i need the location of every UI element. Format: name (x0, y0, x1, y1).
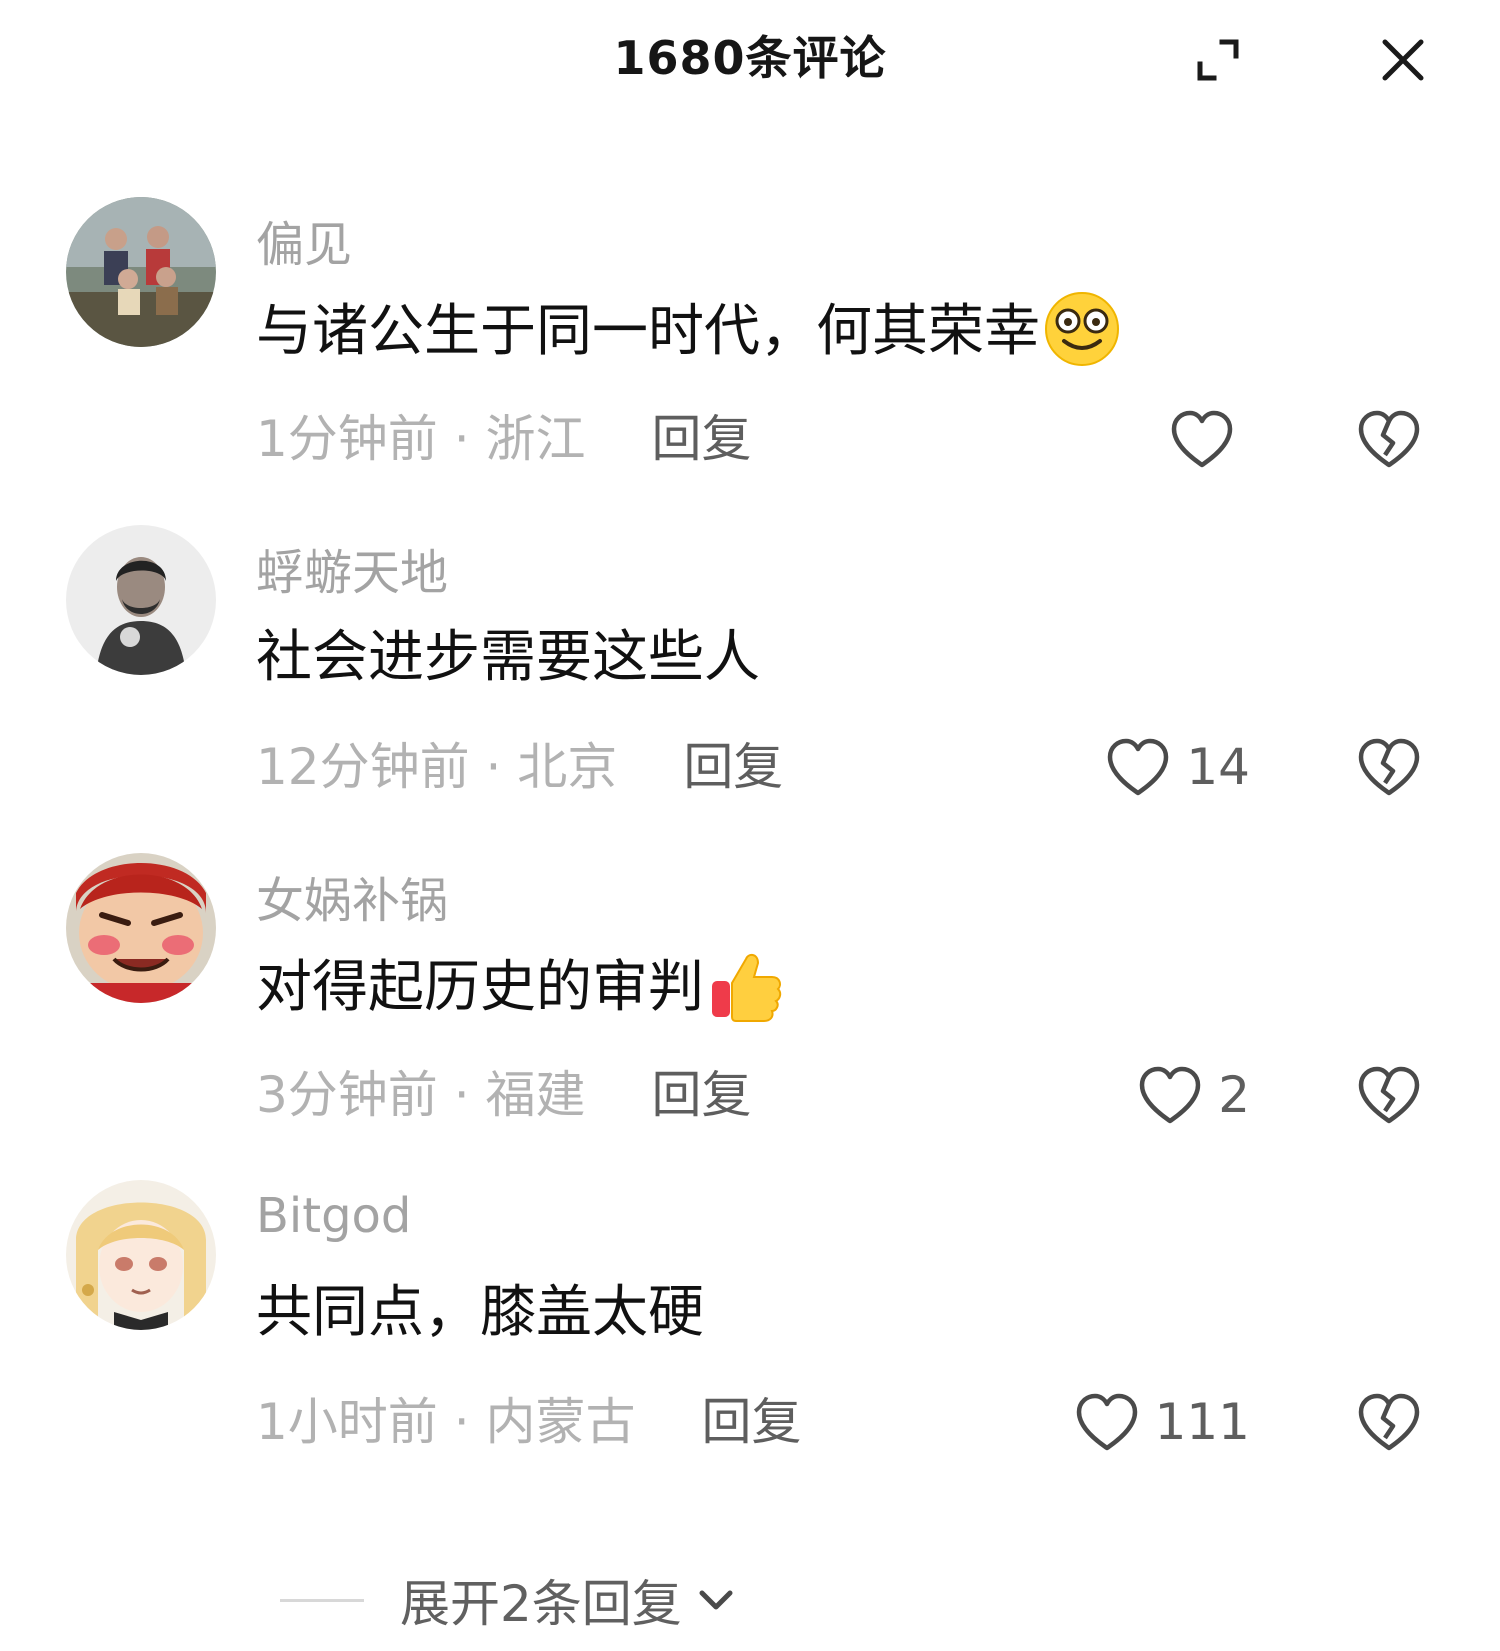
avatar[interactable] (66, 1180, 216, 1330)
close-button[interactable] (1375, 32, 1431, 88)
avatar-image (66, 853, 216, 1003)
avatar-image (66, 197, 216, 347)
broken-heart-icon (1358, 1066, 1420, 1124)
comment-text: 共同点，膝盖太硬 (256, 1280, 704, 1345)
comment-item: 蜉蝣天地 社会进步需要这些人 12分钟前 · 北京 回复 14 (0, 525, 1500, 855)
reply-button[interactable]: 回复 (702, 1390, 802, 1454)
like-count: 111 (1154, 1393, 1250, 1451)
broken-heart-icon (1358, 738, 1420, 796)
avatar[interactable] (66, 525, 216, 675)
comment-item: Bitgod 共同点，膝盖太硬 1小时前 · 内蒙古 回复 111 (0, 1180, 1500, 1510)
comments-header: 1680条评论 (0, 0, 1500, 110)
comment-item: 偏见 与诸公生于同一时代，何其荣幸 1分钟前 · 浙江 回复 (0, 197, 1500, 527)
heart-icon (1108, 738, 1169, 796)
like-count: 2 (1218, 1066, 1250, 1124)
username[interactable]: 女娲补锅 (256, 861, 448, 931)
comment-text: 社会进步需要这些人 (256, 625, 760, 690)
thumbs-up-emoji (706, 945, 786, 1025)
heart-icon (1076, 1393, 1137, 1451)
like-button[interactable]: 2 (1136, 1055, 1250, 1135)
avatar-image (66, 1180, 216, 1330)
comment-text: 对得起历史的审判 (256, 951, 786, 1031)
smile-emoji (1042, 289, 1122, 369)
heart-icon (1139, 1066, 1201, 1124)
comment-meta: 12分钟前 · 北京 回复 (256, 735, 783, 799)
broken-heart-icon (1358, 410, 1420, 468)
chevron-down-icon (694, 1578, 738, 1622)
dislike-button[interactable] (1355, 735, 1423, 799)
expand-replies-label: 展开2条回复 (400, 1575, 682, 1633)
comment-meta: 1小时前 · 内蒙古 回复 (256, 1390, 802, 1454)
username[interactable]: 偏见 (256, 205, 352, 275)
like-button[interactable] (1168, 399, 1250, 479)
reply-button[interactable]: 回复 (652, 407, 752, 471)
time-location: 12分钟前 · 北京 (256, 738, 618, 796)
dislike-button[interactable] (1355, 1390, 1423, 1454)
reply-button[interactable]: 回复 (683, 735, 783, 799)
username[interactable]: 蜉蝣天地 (256, 533, 448, 603)
comment-meta: 3分钟前 · 福建 回复 (256, 1063, 752, 1127)
reply-button[interactable]: 回复 (652, 1063, 752, 1127)
avatar[interactable] (66, 853, 216, 1003)
broken-heart-icon (1358, 1393, 1420, 1451)
comments-count-title: 1680条评论 (613, 31, 887, 85)
expand-button[interactable] (1190, 32, 1246, 88)
dislike-button[interactable] (1355, 407, 1423, 471)
comment-meta: 1分钟前 · 浙江 回复 (256, 407, 752, 471)
like-button[interactable]: 111 (1073, 1382, 1250, 1462)
dislike-button[interactable] (1355, 1063, 1423, 1127)
divider-line (280, 1598, 364, 1602)
time-location: 1分钟前 · 浙江 (256, 410, 586, 468)
comments-panel: 1680条评论 偏见 与诸公生于同一时代，何其荣幸 1分钟前 · 浙江 回复 蜉… (0, 0, 1500, 1651)
username[interactable]: Bitgod (256, 1188, 411, 1244)
comment-item: 女娲补锅 对得起历史的审判 3分钟前 · 福建 回复 2 (0, 853, 1500, 1183)
avatar-image (66, 525, 216, 675)
expand-replies-button[interactable]: 展开2条回复 (280, 1560, 738, 1640)
like-count: 14 (1186, 738, 1250, 796)
time-location: 3分钟前 · 福建 (256, 1066, 586, 1124)
comment-text: 与诸公生于同一时代，何其荣幸 (256, 292, 1122, 375)
close-icon (1382, 39, 1424, 81)
heart-icon (1171, 410, 1233, 468)
avatar[interactable] (66, 197, 216, 347)
time-location: 1小时前 · 内蒙古 (256, 1393, 636, 1451)
like-button[interactable]: 14 (1104, 727, 1250, 807)
expand-icon (1197, 39, 1239, 81)
